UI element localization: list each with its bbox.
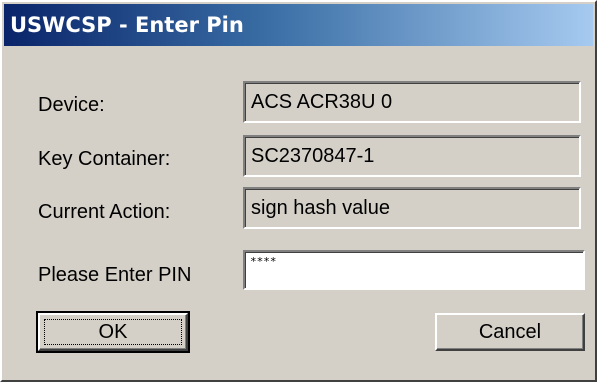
cancel-button[interactable]: Cancel <box>435 313 585 351</box>
device-field: ACS ACR38U 0 <box>243 81 581 123</box>
ok-button[interactable]: OK <box>36 311 190 353</box>
cancel-button-label: Cancel <box>478 320 542 343</box>
device-label: Device: <box>38 94 105 116</box>
key-container-label: Key Container: <box>38 148 171 170</box>
pin-input[interactable]: **** <box>243 250 585 290</box>
enter-pin-dialog: USWCSP - Enter Pin Device: ACS ACR38U 0 … <box>0 0 597 382</box>
dialog-title: USWCSP - Enter Pin <box>10 13 244 37</box>
current-action-label: Current Action: <box>38 201 171 223</box>
title-bar[interactable]: USWCSP - Enter Pin <box>4 4 593 46</box>
key-container-field: SC2370847-1 <box>243 135 581 177</box>
current-action-field: sign hash value <box>243 187 581 229</box>
pin-label: Please Enter PIN <box>38 264 192 286</box>
ok-button-focus-ring <box>44 319 182 345</box>
